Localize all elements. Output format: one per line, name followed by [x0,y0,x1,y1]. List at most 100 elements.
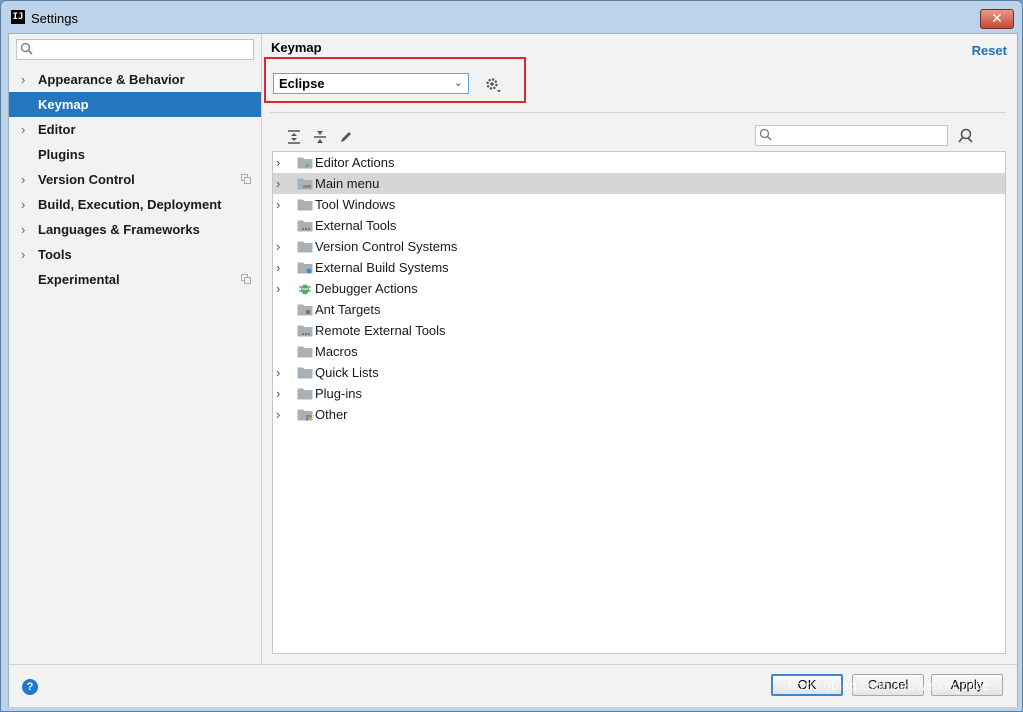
folder-icon [297,199,313,211]
chevron-right-icon[interactable]: › [21,192,31,217]
folder-tools-icon [297,220,313,232]
chevron-right-icon[interactable]: › [276,362,286,383]
folder-icon [297,241,313,253]
action-tree-row[interactable]: › Quick Lists [273,362,1005,383]
settings-search-input[interactable] [16,39,254,60]
action-tree-label: Macros [315,344,358,359]
sidebar-item-label: Experimental [38,272,120,287]
action-tree-label: Editor Actions [315,155,395,170]
action-tree-row[interactable]: Remote External Tools [273,320,1005,341]
project-level-icon [241,174,251,184]
folder-edit-icon [297,157,313,169]
action-tree-row[interactable]: › External Build Systems [273,257,1005,278]
sidebar-item-experimental[interactable]: Experimental [9,267,261,292]
chevron-right-icon[interactable]: › [276,257,286,278]
sidebar-item-label: Languages & Frameworks [38,222,200,237]
action-tree-label: Tool Windows [315,197,396,212]
sidebar-item-build-execution-deployment[interactable]: › Build, Execution, Deployment [9,192,261,217]
action-tree-row[interactable]: › Plug-ins [273,383,1005,404]
action-tree-label: Debugger Actions [315,281,418,296]
sidebar-item-version-control[interactable]: › Version Control [9,167,261,192]
collapse-all-icon[interactable] [312,129,328,145]
chevron-right-icon[interactable]: › [21,167,31,192]
sidebar-item-label: Keymap [38,97,89,112]
help-icon[interactable]: ? [22,679,38,695]
action-tree-label: Version Control Systems [315,239,458,254]
sidebar-item-plugins[interactable]: Plugins [9,142,261,167]
folder-icon [297,346,313,358]
folder-build-icon [297,262,313,274]
gear-icon[interactable] [484,76,502,94]
window-title: Settings [31,11,78,26]
chevron-right-icon[interactable]: › [276,404,286,425]
sidebar-item-appearance-behavior[interactable]: › Appearance & Behavior [9,67,261,92]
action-tree-label: Ant Targets [315,302,381,317]
action-tree-label: External Tools [315,218,397,233]
search-icon [759,128,772,141]
bug-icon [299,284,311,295]
sidebar-item-keymap[interactable]: Keymap [9,92,261,117]
sidebar-item-label: Plugins [38,147,85,162]
folder-icon [297,388,313,400]
chevron-right-icon[interactable]: › [276,194,286,215]
sidebar-item-label: Editor [38,122,76,137]
action-tree-row[interactable]: External Tools [273,215,1005,236]
project-level-icon [241,274,251,284]
sidebar-item-label: Version Control [38,172,135,187]
sidebar-item-tools[interactable]: › Tools [9,242,261,267]
close-button[interactable]: ✕ [980,9,1014,29]
folder-ant-icon [297,304,313,316]
folder-menu-icon [297,178,313,190]
settings-tree: › Appearance & Behavior Keymap › Editor Plugi… [9,67,261,292]
action-tree-label: External Build Systems [315,260,449,275]
find-by-shortcut-icon[interactable] [957,127,975,145]
keymap-filter-input[interactable] [755,125,948,146]
action-tree-row[interactable]: › Other [273,404,1005,425]
sidebar-item-label: Build, Execution, Deployment [38,197,222,212]
action-tree-row[interactable]: › Main menu [273,173,1005,194]
chevron-right-icon[interactable]: › [276,383,286,404]
settings-client-area: › Appearance & Behavior Keymap › Editor Plugi… [8,33,1018,707]
chevron-right-icon[interactable]: › [21,67,31,92]
keymap-actions-tree: › Editor Actions › Main menu › Tool Windows Ex… [272,151,1006,654]
action-tree-row[interactable]: › Editor Actions [273,152,1005,173]
reset-link[interactable]: Reset [972,43,1007,58]
folder-other-icon [297,409,313,421]
action-tree-label: Main menu [315,176,380,191]
edit-icon[interactable] [338,129,354,145]
action-tree-row[interactable]: › Tool Windows [273,194,1005,215]
keymap-select-value: Eclipse [279,76,325,91]
settings-window: IJ Settings ✕ › Appearance & Behavior Keym… [0,0,1023,712]
chevron-right-icon[interactable]: › [276,236,286,257]
search-icon [20,42,33,55]
folder-icon [297,367,313,379]
chevron-right-icon[interactable]: › [276,152,286,173]
keymap-panel: Keymap Reset Eclipse ⌄ › Editor Actions … [262,34,1017,664]
keymap-select[interactable]: Eclipse ⌄ [273,73,469,94]
action-tree-row[interactable]: Ant Targets [273,299,1005,320]
action-tree-row[interactable]: › Debugger Actions [273,278,1005,299]
page-title: Keymap [271,40,322,55]
action-tree-label: Remote External Tools [315,323,446,338]
settings-sidebar: › Appearance & Behavior Keymap › Editor Plugi… [9,34,262,664]
chevron-right-icon[interactable]: › [21,242,31,267]
action-tree-label: Plug-ins [315,386,362,401]
folder-tools-icon [297,325,313,337]
chevron-down-icon: ⌄ [453,77,463,89]
divider [270,112,1006,113]
action-tree-row[interactable]: › Version Control Systems [273,236,1005,257]
chevron-right-icon[interactable]: › [21,117,31,142]
title-bar[interactable]: IJ Settings ✕ [1,1,1022,35]
sidebar-item-editor[interactable]: › Editor [9,117,261,142]
action-tree-label: Quick Lists [315,365,379,380]
chevron-right-icon[interactable]: › [276,173,286,194]
watermark-text: https://blog.csdn.net/weixin_code [788,679,990,693]
intellij-app-icon: IJ [11,10,25,24]
sidebar-item-label: Appearance & Behavior [38,72,185,87]
action-tree-label: Other [315,407,348,422]
chevron-right-icon[interactable]: › [276,278,286,299]
chevron-right-icon[interactable]: › [21,217,31,242]
expand-all-icon[interactable] [286,129,302,145]
sidebar-item-languages-frameworks[interactable]: › Languages & Frameworks [9,217,261,242]
action-tree-row[interactable]: Macros [273,341,1005,362]
